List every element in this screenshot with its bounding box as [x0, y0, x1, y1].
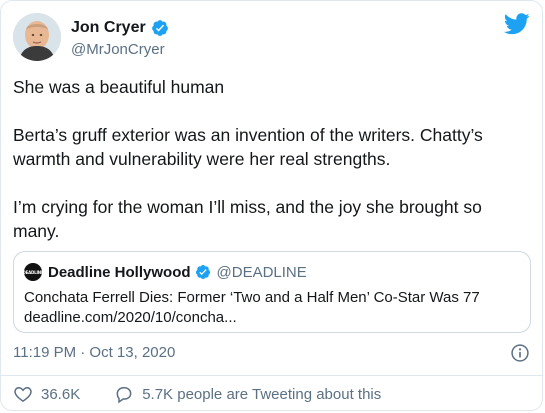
heart-icon	[14, 386, 32, 402]
divider	[1, 375, 542, 376]
like-button[interactable]: 36.6K	[13, 384, 80, 404]
display-name[interactable]: Jon Cryer	[71, 19, 146, 37]
like-count: 36.6K	[41, 385, 81, 403]
twitter-bird-icon[interactable]	[504, 13, 530, 35]
quoted-headline: Conchata Ferrell Dies: Former ‘Two and a…	[24, 289, 480, 306]
tweet-paragraph: She was a beautiful human	[13, 77, 225, 97]
quoted-link[interactable]: deadline.com/2020/10/concha...	[24, 308, 524, 328]
verified-badge-icon	[195, 265, 210, 279]
info-icon[interactable]	[510, 343, 530, 363]
tweet-paragraph: I’m crying for the woman I’ll miss, and …	[13, 197, 482, 241]
reply-bubble-icon	[116, 387, 132, 404]
tweet-paragraph: Berta’s gruff exterior was an invention …	[13, 125, 483, 169]
quoted-display-name: Deadline Hollywood	[48, 263, 191, 281]
tweet-header: Jon Cryer @MrJonCryer	[13, 11, 530, 63]
tweet-text: She was a beautiful human Berta’s gruff …	[13, 75, 533, 243]
quoted-avatar: DEADLINE	[23, 263, 44, 281]
verified-badge-icon	[151, 20, 168, 36]
quoted-handle: @DEADLINE	[216, 263, 307, 281]
tweet-card: Jon Cryer @MrJonCryer She was a beautifu…	[0, 0, 543, 411]
quoted-tweet[interactable]: DEADLINE Deadline Hollywood @DEADLINE Co…	[13, 251, 531, 333]
quoted-tweet-header: DEADLINE Deadline Hollywood @DEADLINE	[23, 263, 307, 281]
author-handle[interactable]: @MrJonCryer	[71, 41, 165, 58]
avatar[interactable]	[13, 13, 61, 61]
person-avatar-icon	[13, 13, 61, 61]
quoted-body: Conchata Ferrell Dies: Former ‘Two and a…	[24, 288, 524, 328]
conversation-text: 5.7K people are Tweeting about this	[142, 385, 382, 403]
name-row: Jon Cryer	[71, 19, 169, 37]
tweet-actions: 36.6K 5.7K people are Tweeting about thi…	[13, 384, 381, 404]
conversation-button[interactable]: 5.7K people are Tweeting about this	[114, 384, 381, 404]
tweet-timestamp[interactable]: 11:19 PM · Oct 13, 2020	[13, 344, 175, 361]
